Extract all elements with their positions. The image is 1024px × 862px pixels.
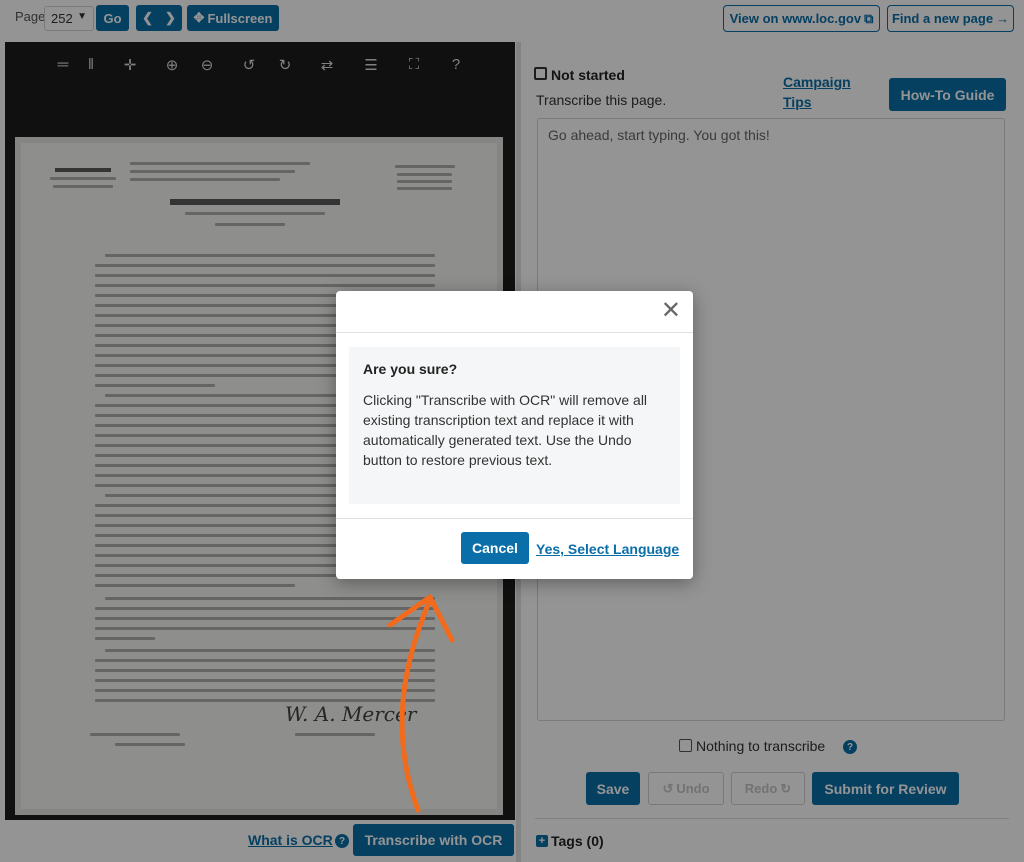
confirm-ocr-modal: ✕ Are you sure? Clicking "Transcribe wit… — [336, 291, 693, 579]
cancel-button[interactable]: Cancel — [461, 532, 529, 564]
modal-message: Clicking "Transcribe with OCR" will remo… — [363, 392, 648, 468]
select-language-link[interactable]: Yes, Select Language — [536, 541, 679, 557]
annotation-arrow-icon — [387, 594, 455, 813]
modal-title: Are you sure? — [363, 361, 458, 377]
modal-divider — [336, 518, 693, 519]
modal-divider — [336, 332, 693, 333]
modal-body: Are you sure? Clicking "Transcribe with … — [349, 347, 680, 504]
close-icon[interactable]: ✕ — [661, 299, 681, 323]
